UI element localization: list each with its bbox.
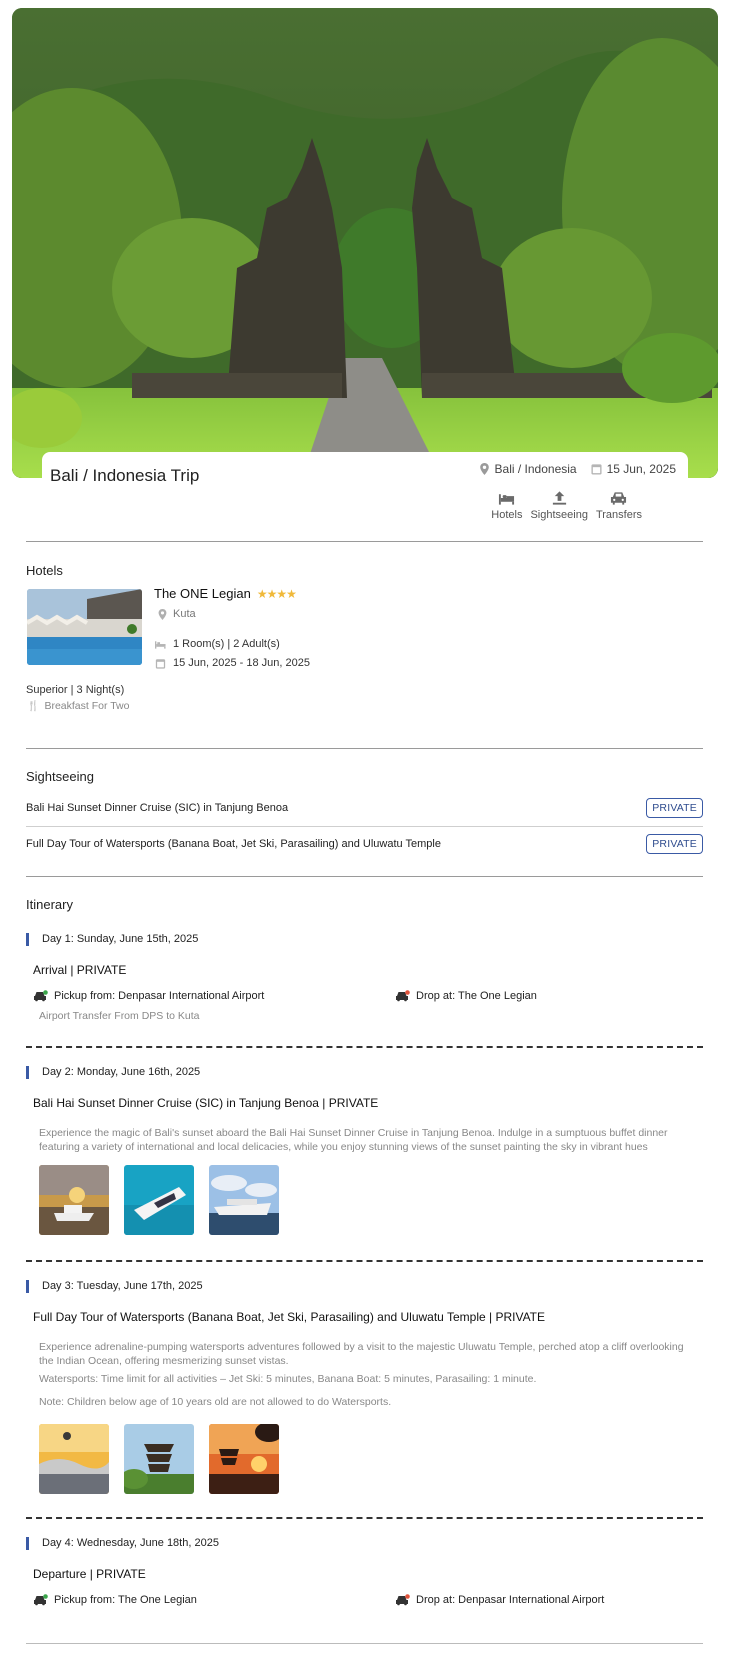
dashed-divider (26, 1260, 703, 1262)
day-title: Bali Hai Sunset Dinner Cruise (SIC) in T… (33, 1096, 379, 1110)
location-pin-icon (158, 608, 167, 620)
divider (26, 1643, 703, 1644)
activity-photo[interactable] (209, 1424, 279, 1494)
car-pickup-icon (34, 1594, 48, 1606)
bed-icon (155, 640, 166, 649)
day-heading: Day 1: Sunday, June 15th, 2025 (26, 933, 198, 946)
service-sightseeing: Sightseeing (530, 490, 588, 521)
service-hotels: Hotels (491, 490, 522, 521)
activity-photo[interactable] (39, 1424, 109, 1494)
divider (26, 876, 703, 877)
hotel-dates: 15 Jun, 2025 - 18 Jun, 2025 (155, 657, 310, 669)
day-description: Experience adrenaline-pumping watersport… (39, 1341, 684, 1367)
upload-icon (552, 491, 566, 505)
hotel-name-label: The ONE Legian (154, 586, 251, 601)
calendar-icon (155, 658, 166, 669)
pickup-info: Pickup from: Denpasar International Airp… (33, 990, 264, 1002)
service-hotels-label: Hotels (491, 509, 523, 521)
service-transfers-label: Transfers (595, 509, 642, 521)
day-note: Airport Transfer From DPS to Kuta (39, 1010, 200, 1022)
divider (26, 541, 703, 542)
car-pickup-icon (34, 990, 48, 1002)
dashed-divider (26, 1517, 703, 1519)
pickup-label: Pickup from: Denpasar International Airp… (54, 990, 265, 1002)
hotel-name[interactable]: The ONE Legian ★★★★ (154, 586, 297, 601)
activity-photo[interactable] (209, 1165, 279, 1235)
day-heading: Day 2: Monday, June 16th, 2025 (26, 1066, 200, 1079)
hotel-dates-label: 15 Jun, 2025 - 18 Jun, 2025 (173, 657, 310, 669)
hotel-rooms: 1 Room(s) | 2 Adult(s) (155, 638, 280, 650)
service-sightseeing-label: Sightseeing (530, 509, 588, 521)
sightseeing-item-name: Full Day Tour of Watersports (Banana Boa… (26, 838, 441, 850)
private-badge: PRIVATE (646, 834, 703, 854)
sightseeing-item: Bali Hai Sunset Dinner Cruise (SIC) in T… (26, 790, 703, 826)
hotel-image[interactable] (27, 589, 142, 665)
divider (26, 748, 703, 749)
trip-title: Bali / Indonesia Trip (50, 466, 200, 485)
day-description: Experience the magic of Bali's sunset ab… (39, 1127, 668, 1153)
service-transfers: Transfers (596, 490, 642, 521)
calendar-icon (591, 464, 602, 475)
day-title: Arrival | PRIVATE (33, 963, 127, 977)
itinerary-section-title: Itinerary (26, 897, 73, 912)
meal-plan: 🍴 Breakfast For Two (27, 700, 129, 712)
trip-destination-label: Bali / Indonesia (494, 462, 577, 476)
trip-summary-card: Bali / Indonesia Trip Bali / Indonesia 1… (42, 452, 688, 522)
hotel-location: Kuta (157, 608, 196, 620)
drop-info: Drop at: Denpasar International Airport (395, 1594, 604, 1606)
drop-info: Drop at: The One Legian (395, 990, 537, 1002)
hotels-section-title: Hotels (26, 563, 63, 578)
activity-photo[interactable] (39, 1165, 109, 1235)
car-icon (611, 492, 627, 505)
drop-label: Drop at: Denpasar International Airport (416, 1594, 605, 1606)
trip-date-label: 15 Jun, 2025 (606, 462, 676, 476)
sightseeing-item: Full Day Tour of Watersports (Banana Boa… (26, 826, 703, 862)
hotel-rooms-label: 1 Room(s) | 2 Adult(s) (173, 638, 280, 650)
activity-photo[interactable] (124, 1424, 194, 1494)
car-drop-icon (396, 990, 410, 1002)
private-badge: PRIVATE (646, 798, 703, 818)
dashed-divider (26, 1046, 703, 1048)
day-heading: Day 3: Tuesday, June 17th, 2025 (26, 1280, 203, 1293)
location-pin-icon (479, 463, 489, 475)
trip-destination: Bali / Indonesia (479, 462, 577, 476)
meal-plan-label: Breakfast For Two (44, 700, 130, 712)
trip-meta: Bali / Indonesia 15 Jun, 2025 (479, 462, 676, 476)
hero-image (12, 8, 718, 478)
day-title: Full Day Tour of Watersports (Banana Boa… (33, 1310, 546, 1324)
sightseeing-section-title: Sightseeing (26, 769, 94, 784)
fork-knife-icon: 🍴 (27, 700, 40, 712)
day-description-watersports: Watersports: Time limit for all activiti… (39, 1373, 537, 1385)
day-title: Departure | PRIVATE (33, 1567, 146, 1581)
hotel-location-label: Kuta (173, 608, 196, 620)
drop-label: Drop at: The One Legian (416, 990, 537, 1002)
pickup-info: Pickup from: The One Legian (33, 1594, 197, 1606)
day-heading: Day 4: Wednesday, June 18th, 2025 (26, 1537, 219, 1550)
day-description-note: Note: Children below age of 10 years old… (39, 1396, 392, 1408)
sightseeing-item-name: Bali Hai Sunset Dinner Cruise (SIC) in T… (26, 802, 289, 814)
activity-photo[interactable] (124, 1165, 194, 1235)
car-drop-icon (396, 1594, 410, 1606)
bed-icon (499, 494, 515, 505)
trip-date: 15 Jun, 2025 (591, 462, 676, 476)
services-list: Hotels Sightseeing Transfers (491, 490, 642, 521)
star-rating: ★★★★ (256, 586, 297, 601)
pickup-label: Pickup from: The One Legian (54, 1594, 197, 1606)
room-type: Superior | 3 Night(s) (26, 684, 125, 696)
